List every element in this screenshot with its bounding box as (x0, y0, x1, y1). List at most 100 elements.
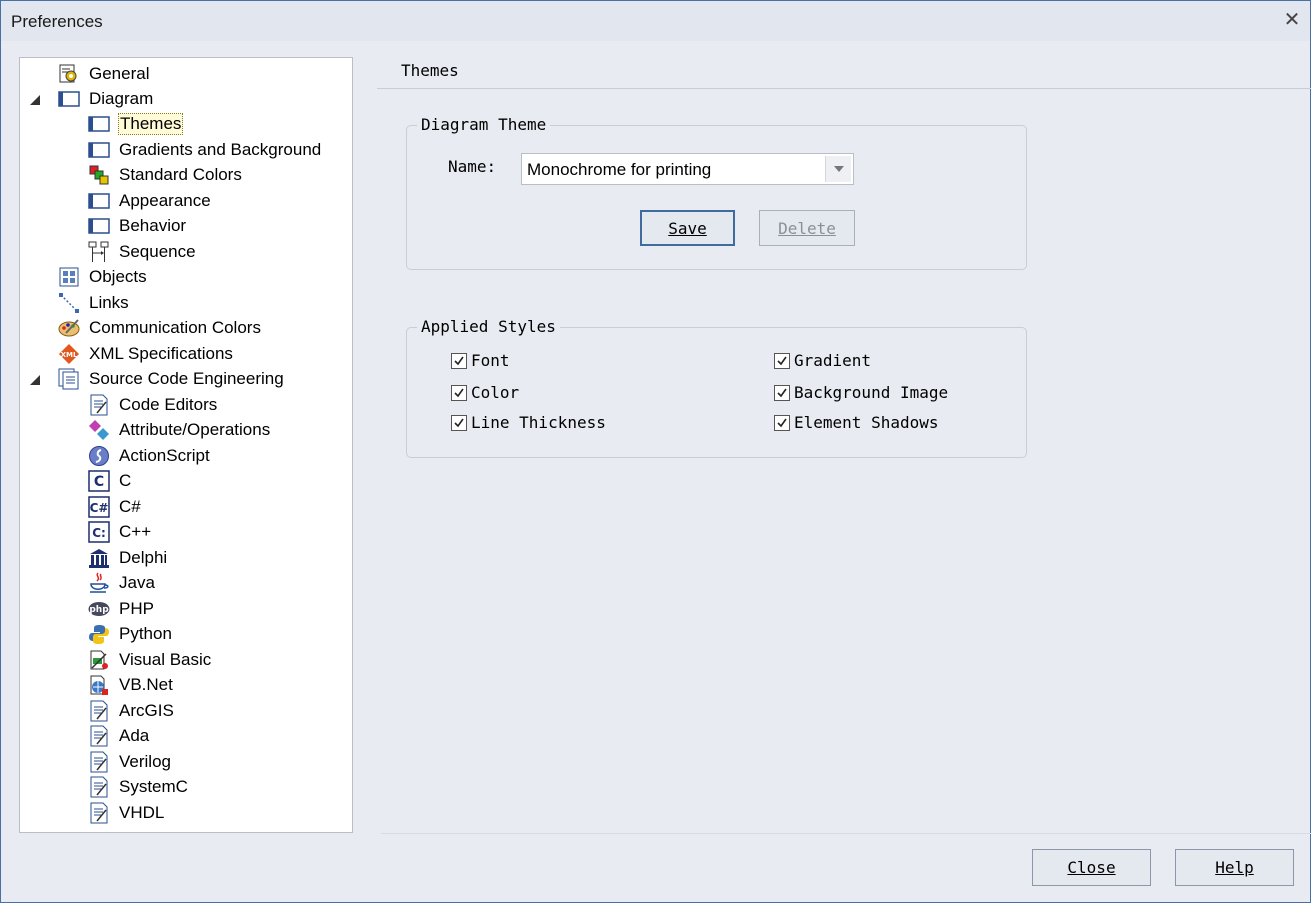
tree-item-label: ActionScript (119, 445, 210, 465)
tree-item-label: Objects (89, 266, 147, 286)
links-icon (58, 292, 80, 314)
title-bar: Preferences ✕ (1, 1, 1310, 41)
tree-item-standard-colors[interactable]: Standard Colors (88, 162, 243, 187)
checkbox-checked-icon (774, 352, 790, 369)
tree-item-actionscript[interactable]: ActionScript (88, 443, 211, 468)
tree-item-links[interactable]: Links (58, 290, 130, 315)
tree-item-label: Themes (118, 112, 184, 135)
tree-item-label: Sequence (119, 241, 196, 261)
code-file-icon (88, 776, 110, 798)
gradient-checkbox[interactable]: Gradient (774, 351, 871, 370)
delete-button[interactable]: Delete (759, 210, 855, 246)
tree-item-label: Attribute/Operations (119, 419, 271, 439)
tree-item-source-code-engineering[interactable]: Source Code Engineering (58, 366, 285, 391)
diagram-theme-legend: Diagram Theme (417, 115, 551, 134)
font-checkbox[interactable]: Font (451, 351, 510, 370)
tree-item-visual-basic[interactable]: Visual Basic (88, 647, 212, 672)
tree-item-label: General (89, 63, 150, 83)
tree-item-delphi[interactable]: Delphi (88, 545, 168, 570)
tree-item-c[interactable]: C C (88, 468, 132, 493)
csharp-icon: C# (88, 495, 110, 518)
tree-item-label: Links (89, 292, 129, 312)
python-icon (88, 623, 110, 645)
delphi-icon (88, 547, 110, 569)
tree-item-label: Ada (119, 725, 150, 745)
tree-item-vhdl[interactable]: VHDL (88, 800, 165, 825)
tree-item-php[interactable]: php PHP (88, 596, 155, 621)
diagram-icon (58, 88, 80, 110)
background-image-checkbox[interactable]: Background Image (774, 383, 948, 402)
tree-item-communication-colors[interactable]: Communication Colors (58, 315, 262, 340)
tree-item-label: VB.Net (119, 674, 173, 694)
tree-item-code-editors[interactable]: Code Editors (88, 392, 218, 417)
tree-item-behavior[interactable]: Behavior (88, 213, 187, 238)
tree-item-gradients[interactable]: Gradients and Background (88, 137, 322, 162)
chevron-down-icon[interactable] (825, 156, 851, 182)
svg-text:XML: XML (61, 351, 78, 359)
diagram-page-icon (88, 215, 110, 237)
panel-title: Themes (401, 61, 459, 80)
objects-icon (58, 266, 80, 288)
diagram-page-icon (88, 190, 110, 212)
checkbox-checked-icon (451, 414, 467, 431)
code-file-icon (88, 725, 110, 747)
theme-name-value: Monochrome for printing (527, 160, 712, 179)
tree-item-appearance[interactable]: Appearance (88, 188, 212, 213)
tree-item-diagram[interactable]: Diagram (58, 86, 154, 111)
tree-item-label: Verilog (119, 751, 171, 771)
expander-collapse-icon[interactable] (28, 373, 42, 387)
svg-text:C#: C# (90, 501, 109, 515)
tree-item-label: Communication Colors (89, 317, 261, 337)
diagram-page-icon (88, 139, 110, 161)
java-icon (88, 571, 110, 594)
close-button-label: Close (1067, 858, 1116, 877)
tree-item-label: Visual Basic (119, 649, 212, 669)
save-button[interactable]: Save (640, 210, 735, 246)
tree-item-label: Python (119, 623, 172, 643)
line-thickness-checkbox[interactable]: Line Thickness (451, 413, 606, 432)
tree-item-label: PHP (119, 598, 154, 618)
tree-item-java[interactable]: Java (88, 570, 156, 595)
delete-button-label: Delete (778, 218, 836, 238)
tree-item-label: C++ (119, 521, 152, 541)
preferences-window: Preferences ✕ General Diagram Themes Gra… (0, 0, 1311, 903)
window-title: Preferences (11, 12, 103, 31)
tree-item-label: Gradients and Background (119, 139, 322, 159)
tree-item-ada[interactable]: Ada (88, 723, 150, 748)
tree-item-sequence[interactable]: Sequence (88, 239, 197, 264)
close-button[interactable]: Close (1032, 849, 1151, 886)
checkbox-label: Gradient (794, 351, 872, 370)
tree-item-label: Java (119, 572, 155, 592)
tree-item-general[interactable]: General (58, 61, 150, 86)
expander-collapse-icon[interactable] (28, 93, 42, 107)
tree-item-label: ArcGIS (119, 700, 174, 720)
tree-item-objects[interactable]: Objects (58, 264, 148, 289)
code-file-icon (88, 751, 110, 773)
tree-item-python[interactable]: Python (88, 621, 173, 646)
tree-item-vbnet[interactable]: VB.Net (88, 672, 174, 697)
color-checkbox[interactable]: Color (451, 383, 519, 402)
tree-item-label: SystemC (119, 776, 188, 796)
tree-item-arcgis[interactable]: ArcGIS (88, 698, 175, 723)
tree-item-verilog[interactable]: Verilog (88, 749, 172, 774)
help-button[interactable]: Help (1175, 849, 1294, 886)
panel-divider (377, 88, 1311, 89)
tree-item-attribute-operations[interactable]: Attribute/Operations (88, 417, 271, 442)
name-label: Name: (448, 157, 497, 176)
checkbox-label: Font (471, 351, 510, 370)
tree-item-systemc[interactable]: SystemC (88, 774, 189, 799)
tree-item-csharp[interactable]: C# C# (88, 494, 142, 519)
applied-styles-legend: Applied Styles (417, 317, 560, 336)
svg-text:C: C (94, 474, 104, 490)
tree-item-label: C# (119, 496, 141, 516)
tree-item-themes[interactable]: Themes (88, 111, 184, 136)
preferences-tree[interactable]: General Diagram Themes Gradients and Bac… (19, 57, 353, 833)
close-icon[interactable]: ✕ (1280, 8, 1304, 32)
tree-item-cpp[interactable]: C: C++ (88, 519, 152, 544)
checkbox-label: Background Image (794, 383, 949, 402)
tree-item-xml-specifications[interactable]: XML XML Specifications (58, 341, 234, 366)
diagram-page-icon (88, 113, 110, 135)
general-icon (58, 63, 80, 85)
theme-name-select[interactable]: Monochrome for printing (521, 153, 854, 185)
element-shadows-checkbox[interactable]: Element Shadows (774, 413, 939, 432)
